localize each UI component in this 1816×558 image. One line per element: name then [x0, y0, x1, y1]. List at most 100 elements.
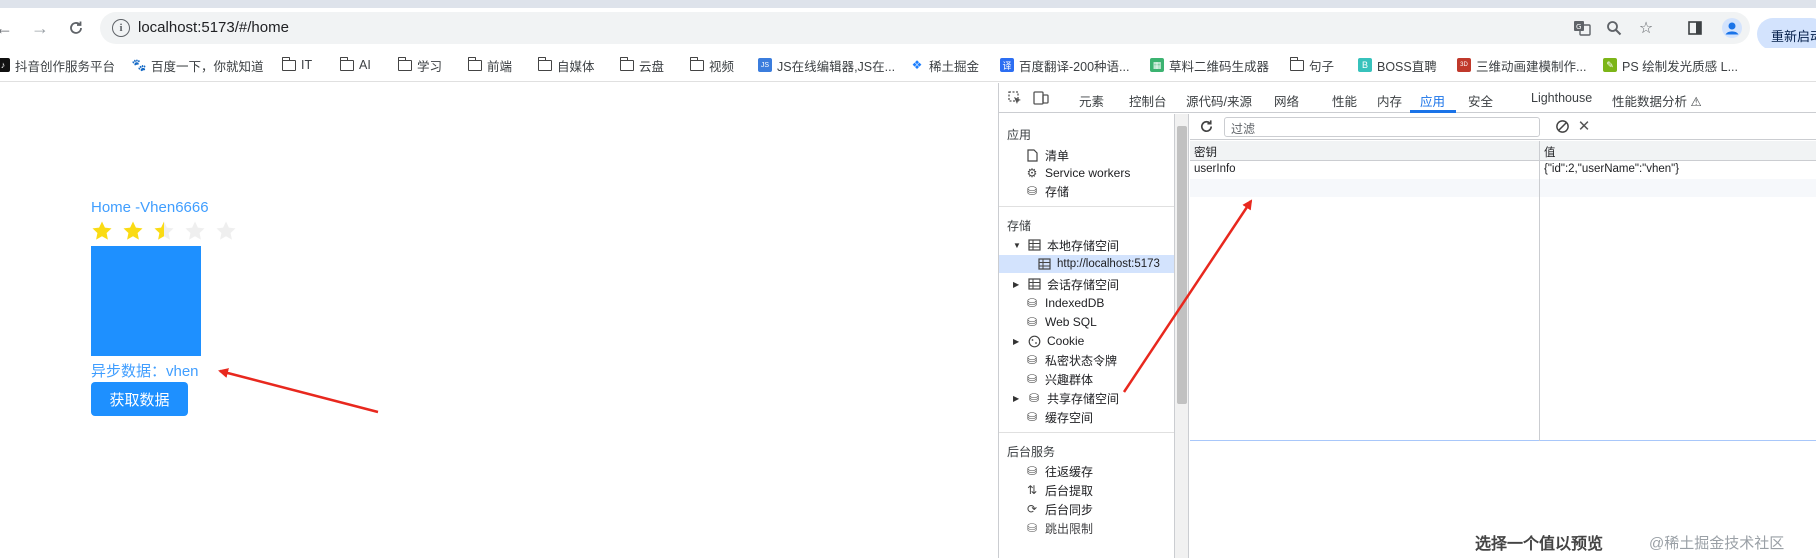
async-data-text: 异步数据：vhen — [91, 363, 199, 380]
clear-all-icon[interactable] — [1554, 118, 1570, 134]
tab-performance[interactable]: 性能 — [1332, 91, 1357, 110]
star-icon[interactable] — [215, 220, 237, 242]
sidebar-scrollbar[interactable] — [1175, 114, 1189, 558]
bookmark-folder[interactable]: IT — [281, 56, 312, 74]
star-icon[interactable] — [91, 220, 113, 242]
tab-sources[interactable]: 源代码/来源 — [1186, 91, 1252, 110]
scrollbar-thumb[interactable] — [1177, 126, 1187, 404]
translate-icon[interactable]: G — [1572, 18, 1592, 38]
tab-network[interactable]: 网络 — [1274, 91, 1299, 110]
address-bar[interactable]: i localhost:5173/#/home G ☆ — [100, 12, 1750, 44]
bookmark-item[interactable]: B BOSS直聘 — [1358, 56, 1437, 74]
device-toolbar-icon[interactable] — [1033, 90, 1049, 106]
bookmark-item[interactable]: ✎ PS 绘制发光质感 L... — [1603, 56, 1738, 74]
active-tab-indicator — [1410, 110, 1456, 113]
address-url[interactable]: localhost:5173/#/home — [138, 19, 289, 36]
sidebar-item-cookie[interactable]: ▶ Cookie — [1013, 332, 1084, 350]
bookmark-item[interactable]: 译百度翻译-200种语... — [1000, 56, 1129, 74]
sidebar-item-storage[interactable]: ⛁ 存储 — [1025, 182, 1069, 200]
expand-right-icon[interactable]: ▶ — [1013, 394, 1021, 403]
column-header-key[interactable]: 密钥 — [1194, 144, 1217, 160]
fetch-data-button[interactable]: 获取数据 — [91, 382, 188, 416]
bookmark-folder[interactable]: 自媒体 — [537, 56, 595, 74]
key-value-table: 密钥 值 userInfo {"id":2,"userName":"vhen"} — [1190, 141, 1816, 441]
back-icon[interactable]: ← — [0, 16, 16, 40]
blue-box — [91, 246, 201, 356]
folder-icon — [1289, 56, 1304, 71]
sidebar-item-websql[interactable]: ⛁ Web SQL — [1025, 313, 1097, 331]
sidebar-item-indexeddb[interactable]: ⛁ IndexedDB — [1025, 294, 1104, 312]
restart-button[interactable]: 重新启动 — [1757, 18, 1816, 50]
preview-placeholder: 选择一个值以预览 — [1475, 536, 1604, 553]
sidebar-item-private-state-tokens[interactable]: ⛁ 私密状态令牌 — [1025, 351, 1117, 369]
side-panel-icon[interactable] — [1683, 16, 1707, 40]
page-title: Home -Vhen6666 — [91, 199, 209, 216]
star-rating[interactable] — [91, 220, 237, 242]
sidebar-item-bounce-tracking[interactable]: ⛁ 跳出限制 — [1025, 519, 1093, 537]
expand-down-icon[interactable]: ▼ — [1013, 241, 1021, 250]
divider — [999, 432, 1174, 433]
table-cell-value[interactable]: {"id":2,"userName":"vhen"} — [1544, 163, 1679, 175]
table-cell-key[interactable]: userInfo — [1194, 163, 1236, 175]
storage-view: 过滤 ✕ 密钥 值 userInfo {"id":2,"userName":"v… — [1190, 114, 1816, 558]
forward-icon[interactable]: → — [28, 16, 52, 40]
sidebar-item-localhost-origin[interactable]: http://localhost:5173 — [999, 255, 1174, 273]
column-header-value[interactable]: 值 — [1544, 144, 1556, 160]
tab-strip — [0, 0, 1816, 8]
bookmark-item[interactable]: ❖ 稀土掘金 — [910, 56, 979, 74]
bookmark-folder[interactable]: 前端 — [467, 56, 512, 74]
bookmark-item[interactable]: ▦ 草料二维码生成器 — [1150, 56, 1269, 74]
profile-avatar-icon[interactable] — [1720, 16, 1744, 40]
star-icon[interactable] — [122, 220, 144, 242]
star-icon[interactable] — [184, 220, 206, 242]
sidebar-section-app: 应用 — [1007, 128, 1032, 142]
bookmark-folder[interactable]: 学习 — [397, 56, 442, 74]
zoom-icon[interactable] — [1604, 18, 1624, 38]
devtools-tab-bar: 元素 控制台 源代码/来源 网络 性能 内存 应用 安全 Lighthouse 性能数据分析 ⚠ — [999, 83, 1816, 113]
sync-icon: ⟳ — [1026, 502, 1038, 516]
inspect-element-icon[interactable] — [1007, 90, 1023, 106]
folder-icon — [689, 56, 704, 71]
expand-right-icon[interactable]: ▶ — [1013, 280, 1021, 289]
sidebar-item-background-fetch[interactable]: ⇅ 后台提取 — [1025, 481, 1093, 499]
bookmark-star-icon[interactable]: ☆ — [1636, 18, 1656, 38]
sidebar-item-shared-storage[interactable]: ▶ ⛁ 共享存储空间 — [1013, 389, 1119, 407]
sidebar-item-interest-groups[interactable]: ⛁ 兴趣群体 — [1025, 370, 1093, 388]
column-divider[interactable] — [1539, 141, 1540, 441]
sidebar-item-manifest[interactable]: 清单 — [1025, 146, 1069, 164]
sidebar-item-bfcache[interactable]: ⛁ 往返缓存 — [1025, 462, 1093, 480]
tab-memory[interactable]: 内存 — [1377, 91, 1402, 110]
bookmark-item[interactable]: JS JS在线编辑器,JS在... — [758, 56, 895, 74]
bookmark-item[interactable]: 3D 三维动画建模制作... — [1457, 56, 1586, 74]
tab-console[interactable]: 控制台 — [1129, 91, 1167, 110]
folder-icon — [339, 56, 354, 71]
expand-right-icon[interactable]: ▶ — [1013, 337, 1021, 346]
tab-lighthouse[interactable]: Lighthouse — [1531, 91, 1592, 105]
sidebar-item-cache-storage[interactable]: ⛁ 缓存空间 — [1025, 408, 1093, 426]
browser-toolbar: ← → i localhost:5173/#/home G ☆ 重新启动 — [0, 8, 1816, 50]
bookmark-item[interactable]: 🐾 百度一下，你就知道 — [132, 56, 264, 74]
filter-input[interactable]: 过滤 — [1224, 117, 1540, 137]
tab-security[interactable]: 安全 — [1468, 91, 1493, 110]
database-icon: ⛁ — [1026, 410, 1038, 424]
bookmark-folder[interactable]: AI — [339, 56, 371, 74]
sidebar-item-session-storage[interactable]: ▶ 会话存储空间 — [1013, 275, 1119, 293]
refresh-icon[interactable] — [1198, 118, 1214, 134]
sidebar-item-local-storage[interactable]: ▼ 本地存储空间 — [1013, 236, 1119, 254]
delete-selected-icon[interactable]: ✕ — [1576, 118, 1592, 135]
tab-application[interactable]: 应用 — [1420, 91, 1445, 110]
site-info-icon[interactable]: i — [112, 19, 130, 37]
sidebar-item-background-sync[interactable]: ⟳ 后台同步 — [1025, 500, 1093, 518]
reload-icon[interactable] — [64, 16, 88, 40]
tab-perf-insights[interactable]: 性能数据分析 ⚠ — [1612, 91, 1702, 110]
svg-text:G: G — [1576, 23, 1581, 31]
tab-elements[interactable]: 元素 — [1079, 91, 1104, 110]
sidebar-section-storage: 存储 — [1007, 219, 1032, 233]
folder-icon — [281, 56, 296, 71]
bookmark-item[interactable]: ♪ 抖音创作服务平台 — [0, 56, 115, 74]
star-icon[interactable] — [153, 220, 175, 242]
bookmark-folder[interactable]: 视频 — [689, 56, 734, 74]
sidebar-item-service-workers[interactable]: ⚙ Service workers — [1025, 164, 1131, 182]
bookmark-folder[interactable]: 云盘 — [619, 56, 664, 74]
bookmark-folder[interactable]: 句子 — [1289, 56, 1334, 74]
